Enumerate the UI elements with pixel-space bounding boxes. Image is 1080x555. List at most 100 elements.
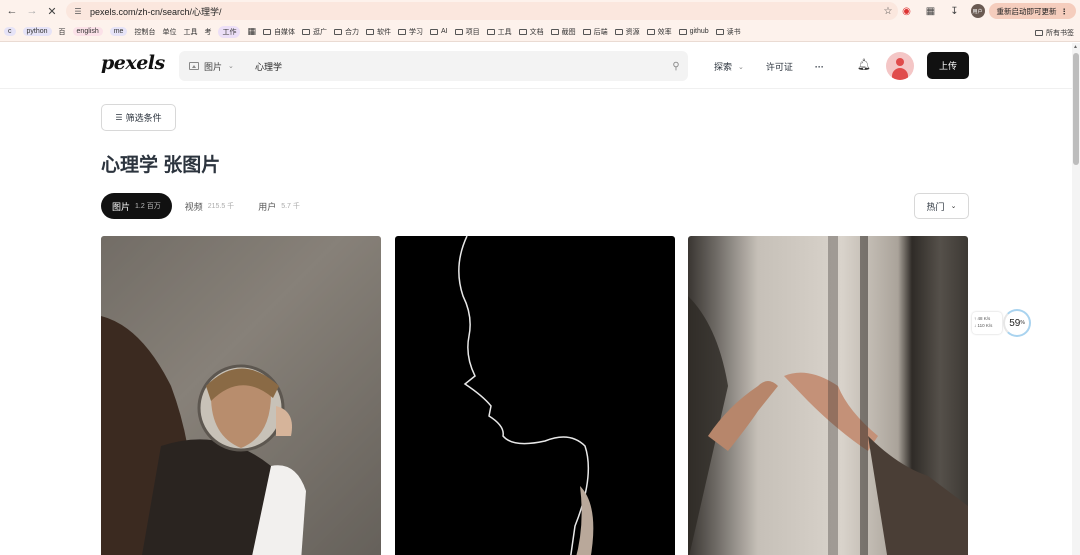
page-scrollbar[interactable]: ▲ <box>1072 43 1080 555</box>
folder-icon <box>646 28 655 35</box>
bookmark-item[interactable]: 文档 <box>518 27 544 37</box>
folder-icon <box>614 28 623 35</box>
search-icon[interactable]: ⚲ <box>664 61 688 72</box>
search-type-label: 图片 <box>204 61 223 72</box>
bookmark-item[interactable]: 截图 <box>550 27 576 37</box>
bookmark-label: 截图 <box>561 28 576 36</box>
folder-icon <box>486 28 495 35</box>
search-type-dropdown[interactable]: 图片 ⌄ <box>179 51 243 81</box>
update-label: 重新启动即可更新 <box>996 6 1057 16</box>
address-bar[interactable]: ☰ pexels.com/zh-cn/search/心理学/ ☆ <box>66 2 898 20</box>
tab-photos[interactable]: 图片 1.2 百万 <box>101 193 172 219</box>
all-bookmarks-label: 所有书签 <box>1046 30 1074 37</box>
photo-hands-mirror <box>688 236 968 555</box>
bookmark-item[interactable]: 读书 <box>715 27 741 37</box>
more-menu-button[interactable]: ··· <box>815 62 824 72</box>
bookmark-item[interactable]: 逛广 <box>301 27 327 37</box>
bookmark-item[interactable]: c <box>4 27 16 36</box>
all-bookmarks-button[interactable]: 所有书签 <box>1035 28 1074 38</box>
bookmark-item[interactable]: 百 <box>59 27 66 37</box>
profile-avatar[interactable]: 用户 <box>970 4 985 18</box>
scroll-up-icon[interactable]: ▲ <box>1073 44 1078 50</box>
nav-explore[interactable]: 探索 ⌄ <box>714 60 744 73</box>
bookmark-item[interactable]: 控制台 <box>134 27 155 37</box>
bookmark-item[interactable]: python <box>22 27 52 36</box>
address-url[interactable]: pexels.com/zh-cn/search/心理学/ <box>90 5 878 18</box>
bookmark-item[interactable]: 项目 <box>454 27 480 37</box>
bookmark-label: 后端 <box>593 28 608 36</box>
tab-label: 视频 <box>184 201 203 212</box>
scroll-thumb[interactable] <box>1073 53 1079 165</box>
menu-dots-icon: ⋮ <box>1060 6 1069 16</box>
bookmark-label: english <box>76 28 99 35</box>
folder-icon <box>454 28 463 35</box>
folder-icon <box>429 28 438 35</box>
bookmark-item[interactable]: 单位 <box>162 27 176 37</box>
bookmark-item[interactable]: 资源 <box>614 27 640 37</box>
bookmark-item[interactable]: 合力 <box>333 27 359 37</box>
bookmark-label: 学习 <box>408 28 423 36</box>
tab-count: 5.7 千 <box>281 203 300 210</box>
bookmark-item[interactable]: 自媒体 <box>262 27 295 37</box>
stop-loading-icon[interactable]: ✕ <box>42 0 62 22</box>
photo-card[interactable] <box>688 236 968 555</box>
upload-button[interactable]: 上传 <box>927 52 969 79</box>
download-icon[interactable]: ↧ <box>943 0 967 22</box>
bookmark-item[interactable]: 学习 <box>397 27 423 37</box>
pexels-logo[interactable]: pexels <box>101 52 165 74</box>
upload-speed: ↑ 48 K/s <box>974 316 991 321</box>
folder-icon <box>333 28 342 35</box>
bookmark-item[interactable]: 工具 <box>183 27 197 37</box>
bookmark-item[interactable]: 软件 <box>365 27 391 37</box>
bookmark-label: me <box>113 28 124 35</box>
photo-card[interactable] <box>395 236 675 555</box>
notifications-bell-icon[interactable]: 🔔︎ <box>857 58 871 71</box>
folder-icon <box>365 28 374 35</box>
site-settings-icon[interactable]: ☰ <box>70 7 86 16</box>
bookmark-item[interactable]: 后端 <box>582 27 608 37</box>
bookmark-label: 自媒体 <box>273 28 295 36</box>
sort-dropdown[interactable]: 热门 ⌄ <box>914 193 969 219</box>
bookmark-item[interactable]: 工作 <box>218 25 241 38</box>
folder-icon <box>582 28 591 35</box>
site-header: pexels 图片 ⌄ 心理学 ⚲ 探索 ⌄ 许可证 ··· 🔔︎ 上传 <box>0 43 1072 89</box>
bookmark-label: 文档 <box>529 28 544 36</box>
filter-label: 筛选条件 <box>125 113 162 123</box>
bookmark-label: 工具 <box>497 28 512 36</box>
forward-arrow-icon[interactable]: → <box>22 0 42 22</box>
download-speed: ↓ 110 K/s <box>974 323 993 328</box>
bookmark-item[interactable]: AI <box>429 28 448 35</box>
tab-videos[interactable]: 视频 215.5 千 <box>174 193 245 219</box>
apps-grid-icon: ▦ <box>247 26 256 36</box>
bookmark-item[interactable]: 考 <box>204 27 211 37</box>
network-speed-widget[interactable]: ↑ 48 K/s ↓ 110 K/s 59% <box>972 308 1032 338</box>
bookmark-label: c <box>8 28 12 35</box>
tab-label: 用户 <box>258 201 277 212</box>
user-avatar[interactable] <box>886 52 914 80</box>
bookmark-item[interactable]: 效率 <box>646 27 672 37</box>
bookmark-item[interactable]: 工具 <box>486 27 512 37</box>
sort-label: 热门 <box>926 201 945 212</box>
chevron-down-icon: ⌄ <box>228 63 234 70</box>
bookmark-label: 资源 <box>625 28 640 36</box>
bookmark-item[interactable]: me <box>109 27 128 36</box>
back-arrow-icon[interactable]: ← <box>2 0 22 22</box>
update-button[interactable]: 重新启动即可更新 ⋮ <box>988 3 1076 19</box>
bookmark-label: github <box>689 28 709 35</box>
tab-count: 215.5 千 <box>207 203 235 210</box>
tab-users[interactable]: 用户 5.7 千 <box>247 193 311 219</box>
extension-icon[interactable]: ◉ <box>895 0 919 22</box>
search-bar[interactable]: 图片 ⌄ 心理学 ⚲ <box>179 51 688 81</box>
media-tabs: 图片 1.2 百万 视频 215.5 千 用户 5.7 千 <box>101 193 313 219</box>
bookmark-item[interactable]: english <box>72 27 103 36</box>
extensions-puzzle-icon[interactable]: ▦ <box>919 0 943 22</box>
bookmark-item[interactable]: github <box>678 28 709 35</box>
bookmark-item[interactable]: ▦ <box>247 26 256 37</box>
photo-card[interactable] <box>101 236 381 555</box>
filter-button[interactable]: ☰ 筛选条件 <box>101 104 176 131</box>
folder-icon <box>397 28 406 35</box>
bookmark-label: 项目 <box>465 28 480 36</box>
search-input[interactable]: 心理学 <box>255 60 664 73</box>
folder-icon <box>262 28 271 35</box>
nav-license[interactable]: 许可证 <box>766 60 793 73</box>
